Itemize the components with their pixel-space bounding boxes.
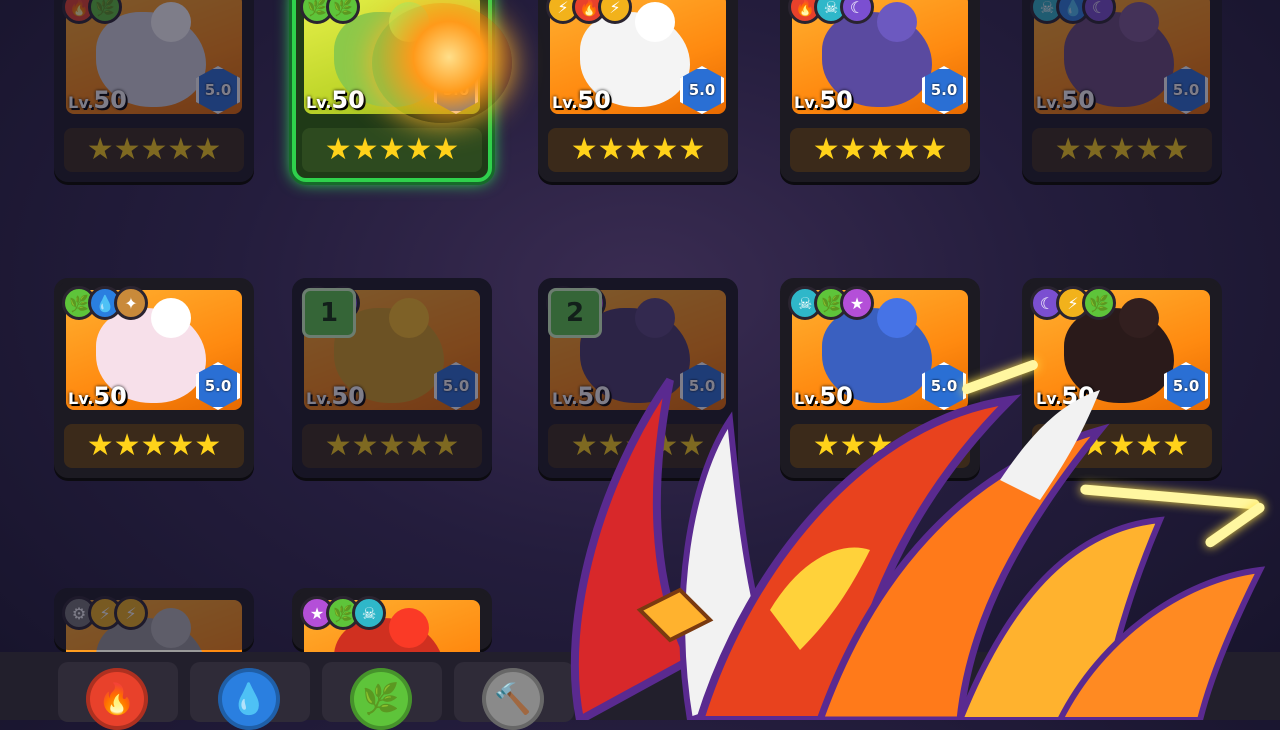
steel-filter-icon: 🔨 bbox=[482, 668, 544, 730]
level-value: 50 bbox=[331, 382, 365, 410]
dark-element-icon: ☾ bbox=[326, 286, 360, 320]
dark-element-icon: ☾ bbox=[300, 286, 334, 320]
level-prefix: Lv. bbox=[306, 389, 332, 408]
star-rating: ★★★★★ bbox=[790, 128, 970, 172]
level-prefix: Lv. bbox=[552, 93, 578, 112]
level-label: Lv.50 bbox=[306, 86, 365, 114]
filter-tab-water[interactable]: 💧 bbox=[190, 662, 310, 730]
monster-card[interactable]: 🔥 ☠ ☾ Lv.50 5.0 ★★★★★ bbox=[780, 0, 980, 182]
element-badges: ☾ ☾ bbox=[300, 286, 360, 320]
element-badges: ⚙ ⚡ ⚡ bbox=[62, 596, 148, 630]
rank-value: 5.0 bbox=[930, 81, 958, 99]
monster-card[interactable]: ☾ ☾ 1 Lv.50 5.0 ★★★★★ bbox=[292, 278, 492, 478]
star-rating: ★★★★★ bbox=[302, 128, 482, 172]
filter-tab-wind[interactable]: 🌿 bbox=[322, 662, 442, 730]
wind-filter-icon: 🌿 bbox=[350, 668, 412, 730]
level-label: Lv.50 bbox=[1036, 86, 1095, 114]
rank-hex-badge: 5.0 bbox=[196, 66, 240, 114]
level-prefix: Lv. bbox=[68, 93, 94, 112]
team-slot-badge: 2 bbox=[548, 288, 602, 338]
element-badges: 🔥 ☠ ☾ bbox=[788, 0, 874, 24]
water-filter-icon: 💧 bbox=[218, 668, 280, 730]
element-badges: 🔥 🌿 bbox=[62, 0, 122, 24]
level-prefix: Lv. bbox=[1036, 93, 1062, 112]
monster-portrait bbox=[66, 0, 242, 114]
star-element-icon: ★ bbox=[840, 286, 874, 320]
element-badges: ☾ ⚡ 🌿 bbox=[1030, 286, 1116, 320]
level-prefix: Lv. bbox=[306, 93, 332, 112]
monster-sprite bbox=[1064, 12, 1174, 107]
monster-sprite bbox=[334, 308, 444, 403]
rank-value: 5.0 bbox=[204, 81, 232, 99]
star-rating: ★★★★★ bbox=[64, 424, 244, 468]
dark-element-icon: ☾ bbox=[546, 286, 580, 320]
level-label: Lv.50 bbox=[68, 86, 127, 114]
star-element-icon: ★ bbox=[572, 286, 606, 320]
level-value: 50 bbox=[1061, 86, 1095, 114]
star-rating: ★★★★★ bbox=[1032, 128, 1212, 172]
skull-element-icon: ☠ bbox=[1030, 0, 1064, 24]
rank-value: 5.0 bbox=[1172, 81, 1200, 99]
skull-element-icon: ☠ bbox=[352, 596, 386, 630]
level-prefix: Lv. bbox=[794, 93, 820, 112]
level-label: Lv.50 bbox=[68, 382, 127, 410]
level-value: 50 bbox=[331, 86, 365, 114]
monster-card[interactable]: 🌿 💧 ✦ Lv.50 5.0 ★★★★★ bbox=[54, 278, 254, 478]
level-label: Lv.50 bbox=[794, 86, 853, 114]
monster-sprite bbox=[96, 12, 206, 107]
rank-value: 5.0 bbox=[688, 81, 716, 99]
earth-element-icon: ✦ bbox=[114, 286, 148, 320]
fire-filter-icon: 🔥 bbox=[86, 668, 148, 730]
team-slot-badge: 1 bbox=[302, 288, 356, 338]
wind-element-icon: 🌿 bbox=[88, 0, 122, 24]
monster-card[interactable]: ⚙ ⚡ ⚡ bbox=[54, 588, 254, 720]
rank-hex-badge: 5.0 bbox=[434, 362, 478, 410]
star-rating: ★★★★★ bbox=[64, 128, 244, 172]
monster-portrait bbox=[1034, 0, 1210, 114]
element-badges: ☠ 💧 ☾ bbox=[1030, 0, 1116, 24]
monster-card[interactable]: 🔥 🌿 Lv.50 5.0 ★★★★★ bbox=[54, 0, 254, 182]
level-value: 50 bbox=[577, 86, 611, 114]
fire-dragon-hero-illustration bbox=[570, 377, 1266, 720]
level-label: Lv.50 bbox=[306, 382, 365, 410]
star-rating: ★★★★★ bbox=[302, 424, 482, 468]
monster-card[interactable]: ☠ 💧 ☾ Lv.50 5.0 ★★★★★ bbox=[1022, 0, 1222, 182]
monster-card[interactable]: ⚡ 🔥 ⚡ Lv.50 5.0 ★★★★★ bbox=[538, 0, 738, 182]
star-rating: ★★★★★ bbox=[548, 128, 728, 172]
monster-card[interactable]: ★ 🌿 ☠ bbox=[292, 588, 492, 720]
rank-value: 5.0 bbox=[442, 377, 470, 395]
filter-tab-fire[interactable]: 🔥 bbox=[58, 662, 178, 730]
level-value: 50 bbox=[819, 86, 853, 114]
element-badges: ☾ ★ bbox=[546, 286, 606, 320]
element-badges: ★ 🌿 ☠ bbox=[300, 596, 386, 630]
light-element-icon: ⚡ bbox=[114, 596, 148, 630]
monster-portrait bbox=[304, 290, 480, 410]
element-badges: ☠ 🌿 ★ bbox=[788, 286, 874, 320]
light-element-icon: ⚡ bbox=[88, 596, 122, 630]
element-badges: 🌿 💧 ✦ bbox=[62, 286, 148, 320]
steel-element-icon: ⚙ bbox=[62, 596, 96, 630]
fire-element-icon: 🔥 bbox=[62, 0, 96, 24]
water-element-icon: 💧 bbox=[1056, 0, 1090, 24]
rank-hex-badge: 5.0 bbox=[1164, 66, 1208, 114]
wind-element-icon: 🌿 bbox=[1082, 286, 1116, 320]
selection-sparkle-effect bbox=[372, 3, 512, 123]
rank-value: 5.0 bbox=[204, 377, 232, 395]
level-prefix: Lv. bbox=[68, 389, 94, 408]
level-value: 50 bbox=[93, 86, 127, 114]
dark-element-icon: ☾ bbox=[1082, 0, 1116, 24]
element-badges: ⚡ 🔥 ⚡ bbox=[546, 0, 632, 24]
level-label: Lv.50 bbox=[552, 86, 611, 114]
level-value: 50 bbox=[93, 382, 127, 410]
element-badges: 🌿 🌿 bbox=[300, 0, 360, 24]
